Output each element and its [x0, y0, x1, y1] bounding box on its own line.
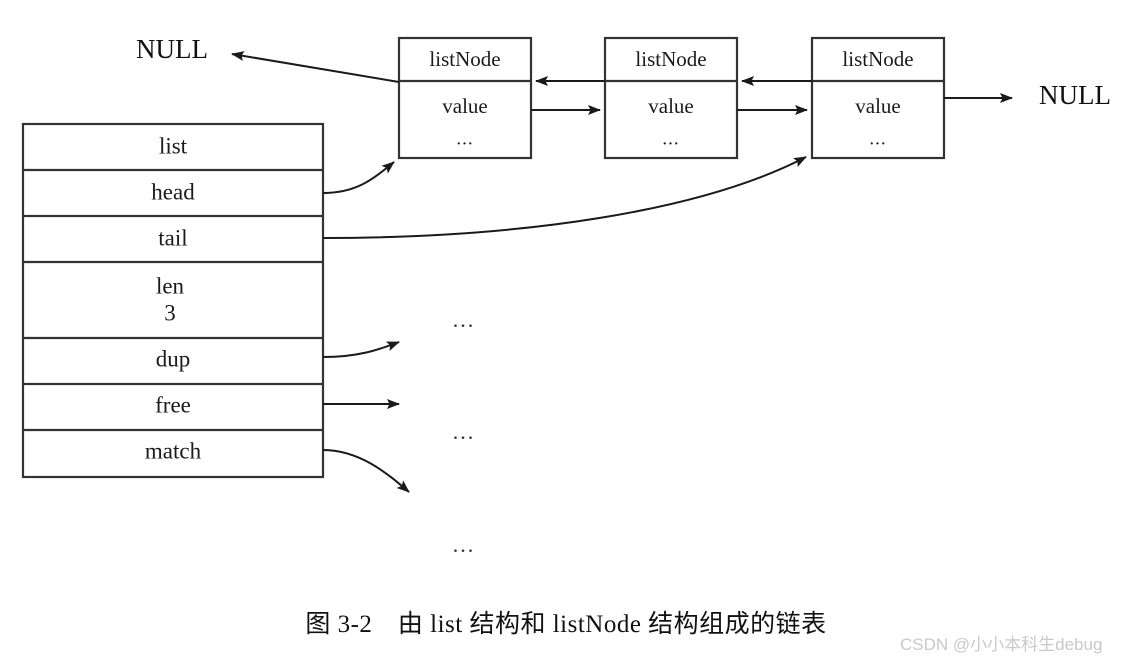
diagram-canvas: list head tail len 3 dup free match list…	[21, 34, 1111, 557]
match-pointer-arrow	[322, 449, 410, 493]
list-field-list: list	[159, 133, 188, 158]
next-null-label: NULL	[1039, 80, 1111, 110]
list-field-free: free	[155, 392, 191, 417]
list-struct-table: list head tail len 3 dup free match	[21, 122, 325, 479]
list-node-2-type: listNode	[635, 47, 706, 71]
list-field-match: match	[145, 438, 202, 463]
list-node-2-value: value	[648, 94, 693, 118]
list-node-3: listNode value ...	[810, 36, 946, 160]
list-node-3-more: ...	[869, 128, 886, 149]
list-node-1: listNode value ...	[397, 36, 533, 160]
list-node-1-type: listNode	[429, 47, 500, 71]
prev-null-label: NULL	[136, 34, 208, 64]
list-node-3-value: value	[855, 94, 900, 118]
list-node-3-type: listNode	[842, 47, 913, 71]
node1-prev-null-arrow	[231, 51, 400, 83]
tail-pointer-arrow	[322, 156, 807, 239]
list-node-2-more: ...	[662, 128, 679, 149]
list-field-head: head	[151, 179, 195, 204]
free-target-ellipsis: ...	[453, 419, 476, 444]
dup-pointer-arrow	[322, 341, 400, 358]
watermark: CSDN @小小本科生debug	[900, 635, 1103, 654]
list-node-1-value: value	[442, 94, 487, 118]
list-field-len-value: 3	[164, 300, 176, 325]
head-pointer-arrow	[322, 161, 395, 194]
list-node-1-more: ...	[456, 128, 473, 149]
list-field-len: len	[156, 273, 185, 298]
linked-list-diagram: list head tail len 3 dup free match list…	[0, 0, 1132, 666]
list-field-tail: tail	[158, 225, 187, 250]
list-node-2: listNode value ...	[603, 36, 739, 160]
list-field-dup: dup	[156, 346, 191, 371]
match-target-ellipsis: ...	[453, 532, 476, 557]
dup-target-ellipsis: ...	[453, 307, 476, 332]
